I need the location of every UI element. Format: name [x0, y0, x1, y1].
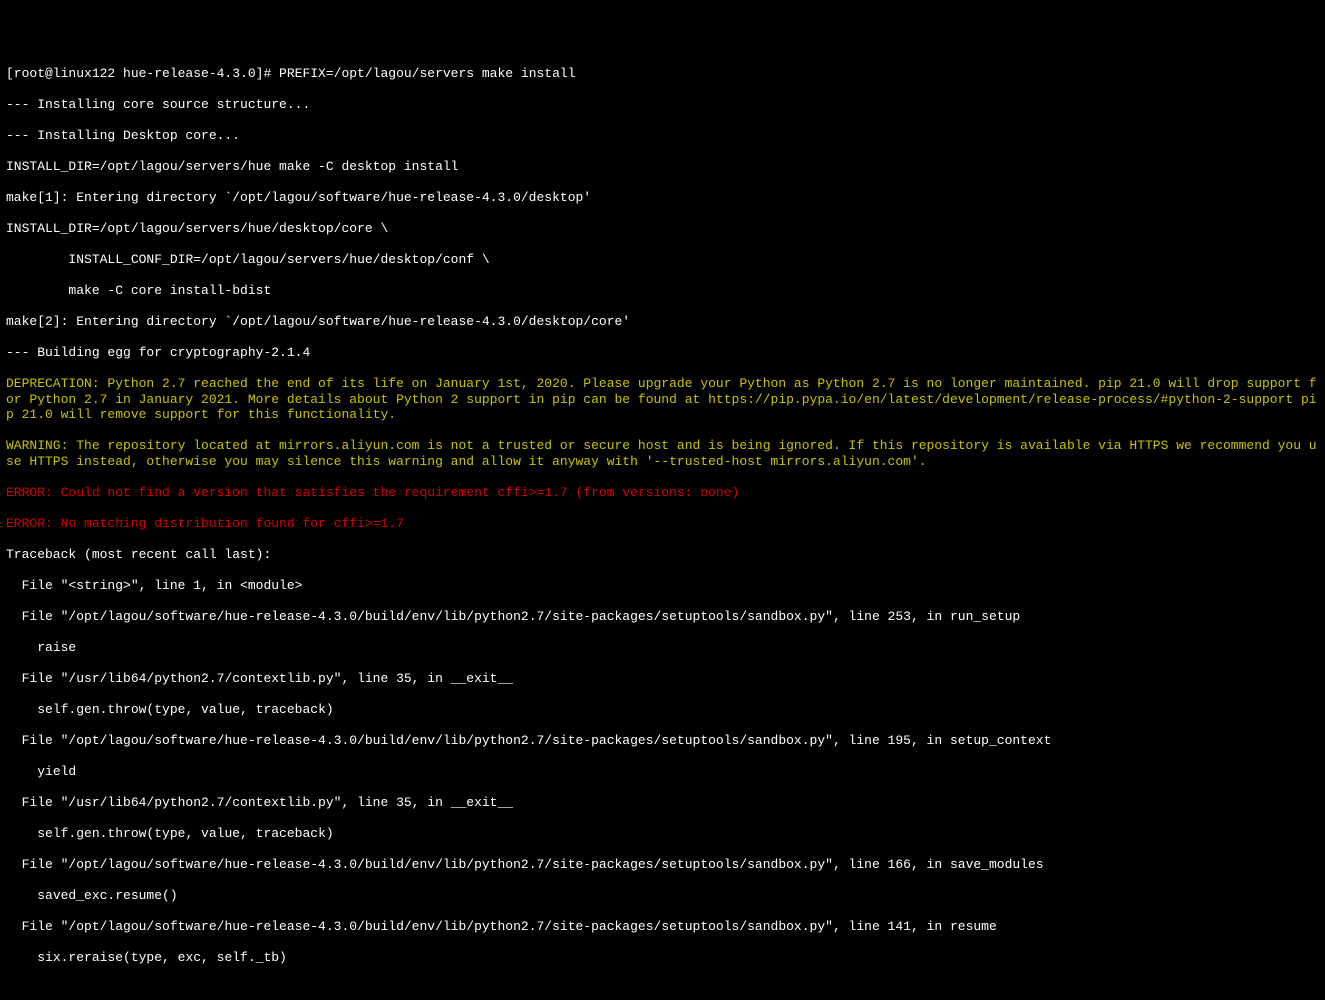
traceback-line: self.gen.throw(type, value, traceback) [6, 702, 1319, 718]
traceback-header: Traceback (most recent call last): [6, 547, 1319, 563]
shell-prompt: [root@linux122 hue-release-4.3.0]# [6, 66, 279, 81]
output-line: INSTALL_DIR=/opt/lagou/servers/hue make … [6, 159, 1319, 175]
output-line: INSTALL_CONF_DIR=/opt/lagou/servers/hue/… [6, 252, 1319, 268]
traceback-line: File "/opt/lagou/software/hue-release-4.… [6, 857, 1319, 873]
traceback-line: saved_exc.resume() [6, 888, 1319, 904]
output-line: make -C core install-bdist [6, 283, 1319, 299]
traceback-line: six.reraise(type, exc, self._tb) [6, 950, 1319, 966]
traceback-line: raise [6, 640, 1319, 656]
traceback-line: yield [6, 764, 1319, 780]
output-line: --- Installing Desktop core... [6, 128, 1319, 144]
error-line: ERROR: No matching distribution found fo… [6, 516, 1319, 532]
output-line: make[2]: Entering directory `/opt/lagou/… [6, 314, 1319, 330]
prompt-line[interactable]: [root@linux122 hue-release-4.3.0]# PREFI… [6, 66, 1319, 82]
traceback-line: File "/usr/lib64/python2.7/contextlib.py… [6, 795, 1319, 811]
error-line: ERROR: Could not find a version that sat… [6, 485, 1319, 501]
traceback-line: File "<string>", line 1, in <module> [6, 578, 1319, 594]
repository-warning: WARNING: The repository located at mirro… [6, 438, 1319, 469]
traceback-line: File "/opt/lagou/software/hue-release-4.… [6, 733, 1319, 749]
output-line: INSTALL_DIR=/opt/lagou/servers/hue/deskt… [6, 221, 1319, 237]
output-line: make[1]: Entering directory `/opt/lagou/… [6, 190, 1319, 206]
traceback-line: File "/usr/lib64/python2.7/contextlib.py… [6, 671, 1319, 687]
deprecation-warning: DEPRECATION: Python 2.7 reached the end … [6, 376, 1319, 423]
output-line: --- Building egg for cryptography-2.1.4 [6, 345, 1319, 361]
output-line: --- Installing core source structure... [6, 97, 1319, 113]
traceback-line: File "/opt/lagou/software/hue-release-4.… [6, 609, 1319, 625]
traceback-line: File "/opt/lagou/software/hue-release-4.… [6, 919, 1319, 935]
traceback-line: self.gen.throw(type, value, traceback) [6, 826, 1319, 842]
shell-command: PREFIX=/opt/lagou/servers make install [279, 66, 575, 81]
